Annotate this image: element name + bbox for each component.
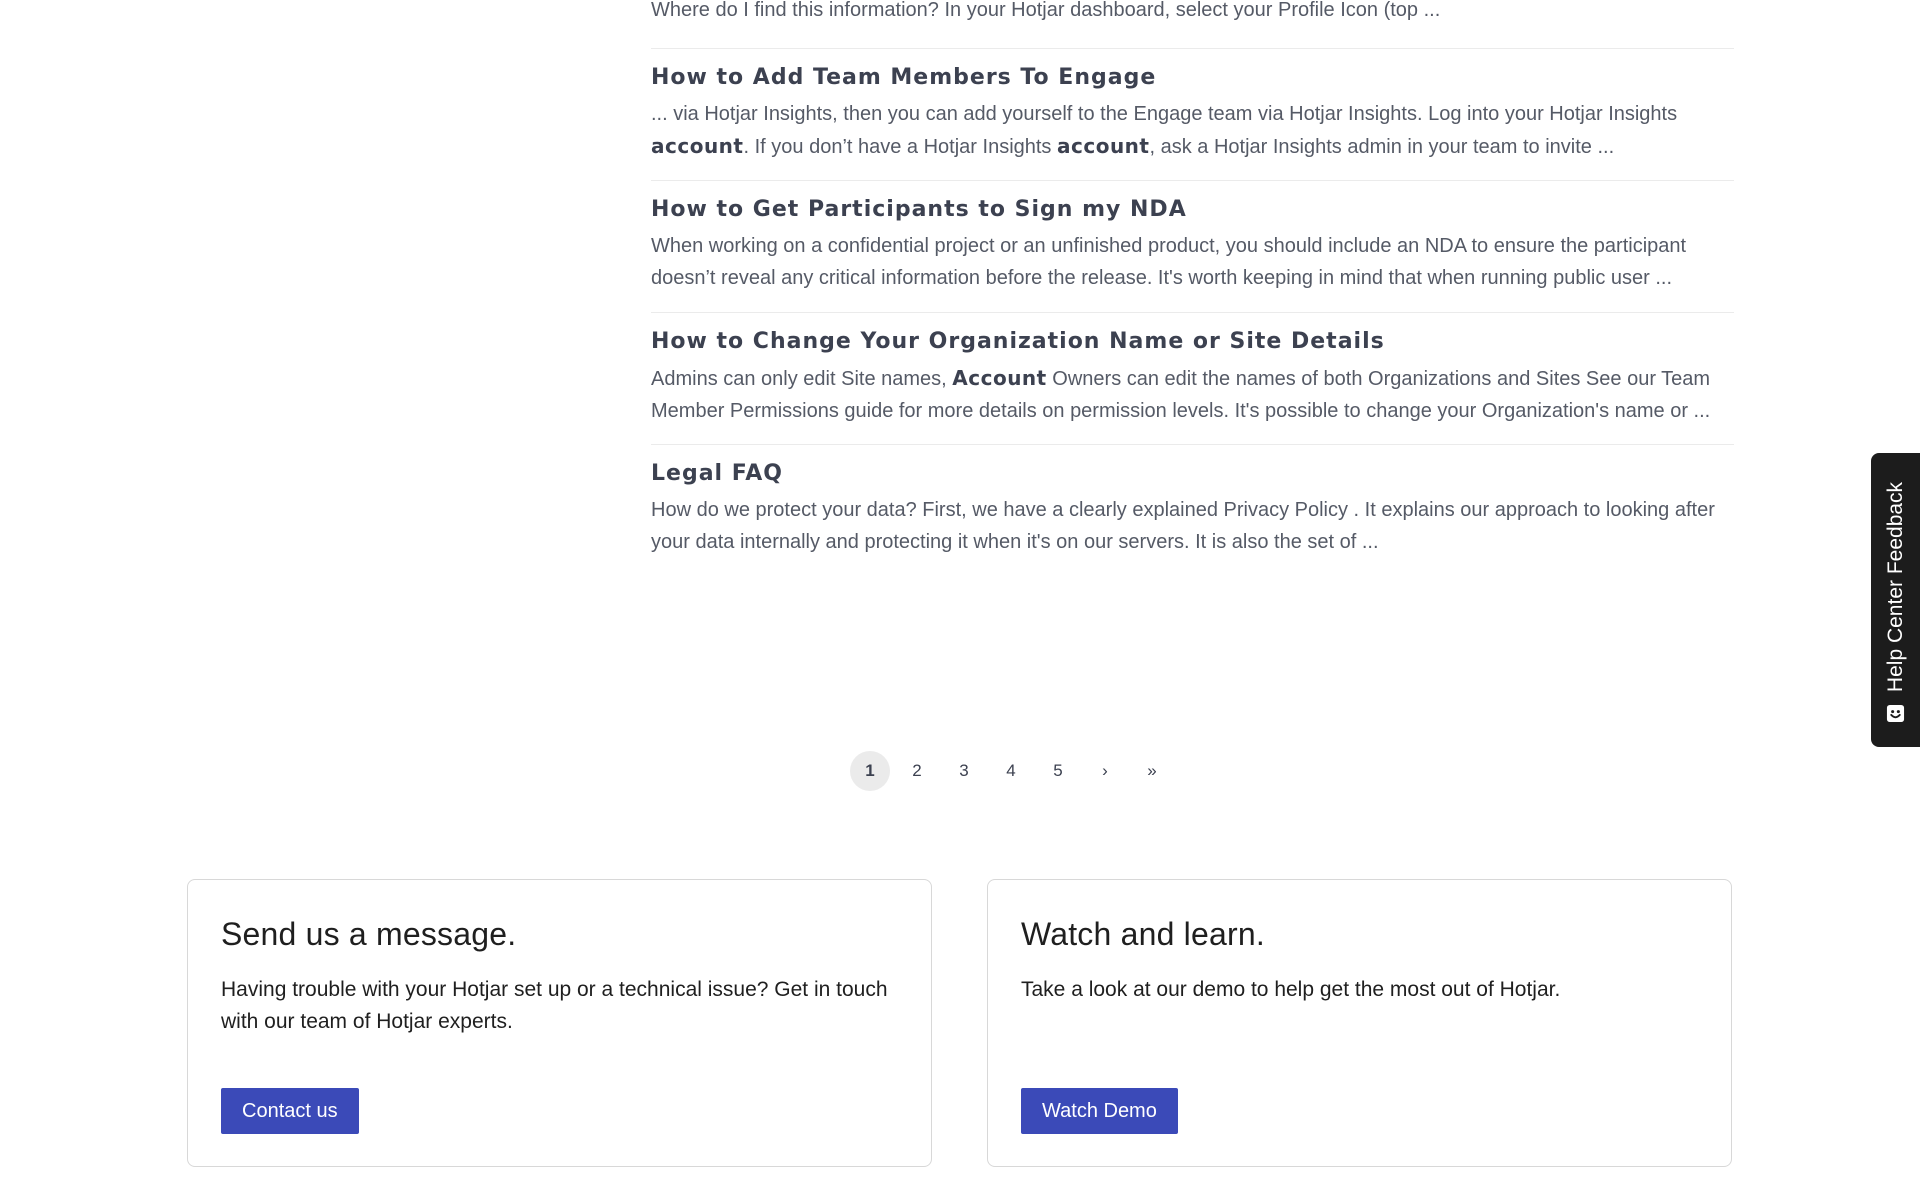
page-link-current[interactable]: 1 bbox=[850, 751, 890, 791]
snippet-text: . If you don’t have a Hotjar Insights bbox=[743, 136, 1057, 158]
page-link[interactable]: 4 bbox=[991, 751, 1031, 791]
snippet-text: , ask a Hotjar Insights admin in your te… bbox=[1149, 136, 1615, 158]
page-link[interactable]: 2 bbox=[897, 751, 937, 791]
page-link[interactable]: 3 bbox=[944, 751, 984, 791]
result-snippet: When working on a confidential project o… bbox=[651, 230, 1734, 294]
help-center-feedback-tab[interactable]: Help Center Feedback bbox=[1871, 453, 1920, 747]
result-title-link[interactable]: How to Change Your Organization Name or … bbox=[651, 325, 1734, 359]
card-title: Send us a message. bbox=[221, 916, 517, 952]
result-snippet: Admins can only edit Site names, Account… bbox=[651, 362, 1734, 427]
hotjar-smile-icon bbox=[1886, 704, 1905, 723]
search-result: How to Get Participants to Sign my NDA W… bbox=[651, 180, 1734, 312]
result-snippet: How do we protect your data? First, we h… bbox=[651, 494, 1734, 558]
result-snippet: ... via Hotjar Insights, then you can ad… bbox=[651, 98, 1734, 163]
search-result: How to Add Team Members To Engage ... vi… bbox=[651, 48, 1734, 180]
help-center-search-page: Where do I find this information? In you… bbox=[0, 0, 1920, 1200]
contact-us-button[interactable]: Contact us bbox=[221, 1088, 359, 1134]
snippet-highlight: account bbox=[651, 134, 744, 158]
pagination: 1 2 3 4 5 › » bbox=[850, 751, 1172, 791]
last-page-link[interactable]: » bbox=[1132, 751, 1172, 791]
result-title-link[interactable]: How to Get Participants to Sign my NDA bbox=[651, 193, 1734, 227]
search-result: How to Change Your Organization Name or … bbox=[651, 312, 1734, 444]
send-message-card: Send us a message. Having trouble with y… bbox=[187, 879, 932, 1167]
feedback-label: Help Center Feedback bbox=[1883, 481, 1907, 693]
snippet-highlight: Account bbox=[952, 366, 1047, 390]
next-page-link[interactable]: › bbox=[1085, 751, 1125, 791]
result-snippet: Where do I find this information? In you… bbox=[651, 0, 1441, 21]
snippet-text: How do we protect your data? First, we h… bbox=[651, 499, 1715, 553]
watch-demo-card: Watch and learn. Take a look at our demo… bbox=[987, 879, 1732, 1167]
watch-demo-button[interactable]: Watch Demo bbox=[1021, 1088, 1178, 1134]
card-text: Take a look at our demo to help get the … bbox=[1021, 978, 1561, 1001]
search-results: Where do I find this information? In you… bbox=[651, 0, 1734, 576]
snippet-text: When working on a confidential project o… bbox=[651, 235, 1687, 289]
result-title-link[interactable]: Legal FAQ bbox=[651, 457, 1734, 491]
snippet-highlight: account bbox=[1057, 134, 1150, 158]
search-result: Legal FAQ How do we protect your data? F… bbox=[651, 444, 1734, 576]
snippet-text: Admins can only edit Site names, bbox=[651, 368, 953, 390]
page-link[interactable]: 5 bbox=[1038, 751, 1078, 791]
result-title-link[interactable]: How to Add Team Members To Engage bbox=[651, 61, 1734, 95]
card-title: Watch and learn. bbox=[1021, 916, 1265, 952]
snippet-text: ... via Hotjar Insights, then you can ad… bbox=[651, 103, 1678, 125]
card-text: Having trouble with your Hotjar set up o… bbox=[221, 978, 888, 1033]
